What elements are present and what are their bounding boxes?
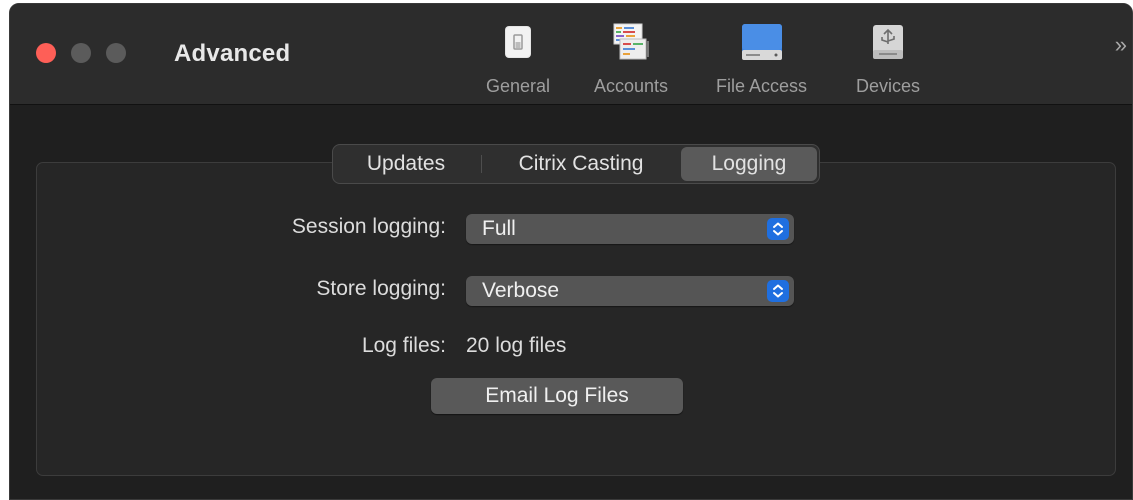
log-files-label: Log files: [361,334,446,357]
select-updown-icon [767,280,789,302]
toolbar-label-general: General [486,76,551,96]
tab-logging[interactable]: Logging [681,147,817,181]
toolbar-label-file-access: File Access [716,76,808,96]
toolbar-label-accounts: Accounts [594,76,669,96]
file-access-drive-icon [739,22,785,62]
tab-citrix-casting[interactable]: Citrix Casting [487,147,675,181]
toolbar-item-general[interactable]: General [486,22,550,100]
window-title: Advanced [174,40,291,67]
tab-divider [481,155,482,173]
session-logging-label: Session logging: [291,215,446,238]
session-logging-select[interactable]: Full [466,214,794,244]
toolbar-item-file-access[interactable]: File Access [716,22,807,100]
tab-updates[interactable]: Updates [335,147,477,181]
log-files-count: 20 log files [466,334,567,357]
tab-segmented-control: Updates Citrix Casting Logging [332,144,820,184]
general-switch-icon [495,22,541,62]
session-logging-value: Full [482,217,516,240]
toolbar-item-accounts[interactable]: Accounts [594,22,668,100]
store-logging-select[interactable]: Verbose [466,276,794,306]
advanced-preferences-window: Advanced General Accounts File Access De… [9,3,1133,500]
logging-group-box [36,162,1116,476]
store-logging-label: Store logging: [316,277,446,300]
usb-devices-icon [865,22,911,62]
select-updown-icon [767,218,789,240]
toolbar-label-devices: Devices [856,76,921,96]
store-logging-value: Verbose [482,279,560,302]
accounts-list-icon [608,22,654,62]
zoom-button[interactable] [106,43,126,63]
minimize-button[interactable] [71,43,91,63]
email-log-files-button[interactable]: Email Log Files [431,378,683,414]
close-button[interactable] [36,43,56,63]
window-toolbar: Advanced General Accounts File Access De… [10,4,1132,105]
toolbar-item-devices[interactable]: Devices [856,22,920,100]
toolbar-overflow-chevron-icon[interactable]: » [1115,32,1127,58]
